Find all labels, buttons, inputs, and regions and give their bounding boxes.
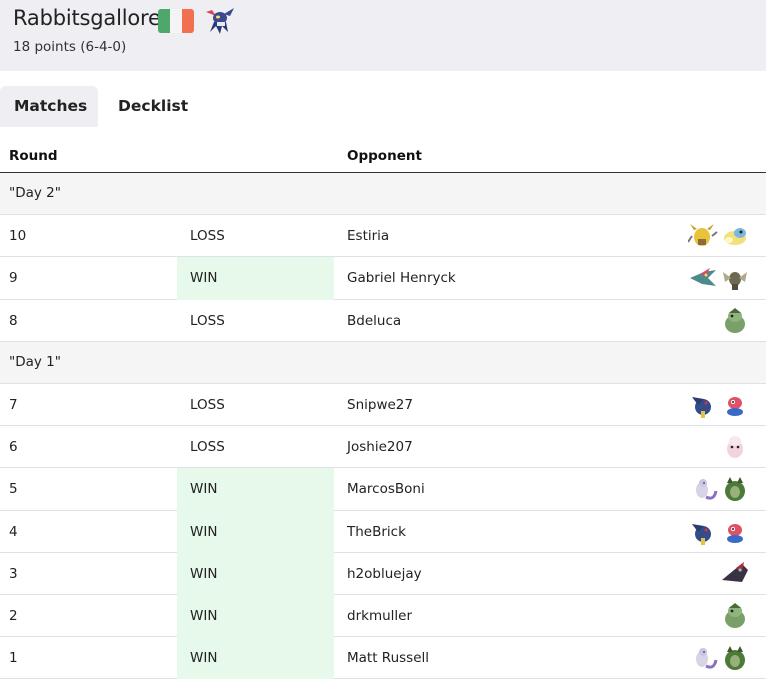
tyranitar-sprite-icon (720, 644, 750, 672)
match-row: 4 WIN TheBrick (0, 510, 766, 553)
round-number: 2 (9, 608, 18, 624)
match-result: WIN (177, 595, 334, 638)
opponent-name[interactable]: Bdeluca (347, 300, 401, 342)
player-points: 18 points (6-4-0) (13, 39, 127, 55)
match-row: 7 LOSS Snipwe27 (0, 384, 766, 427)
match-row: 8 LOSS Bdeluca (0, 300, 766, 342)
match-row: 10 LOSS Estiria (0, 215, 766, 258)
match-result: WIN (177, 510, 334, 553)
honchkrow-sprite-icon (688, 391, 718, 419)
match-result: WIN (177, 257, 334, 300)
match-result: WIN (177, 468, 334, 511)
opponent-name[interactable]: TheBrick (347, 511, 406, 553)
slurpuff-sprite-icon (720, 433, 750, 461)
porygon-z-sprite-icon (720, 391, 750, 419)
match-result: LOSS (190, 228, 225, 245)
round-number: 1 (9, 650, 18, 667)
day-label: "Day 2" (9, 185, 61, 201)
column-header-round: Round (9, 148, 58, 164)
porygon-z-sprite-icon (720, 518, 750, 546)
opponent-deck-sprites (688, 384, 750, 426)
opponent-name[interactable]: Matt Russell (347, 637, 429, 679)
round-number: 8 (9, 312, 18, 329)
column-header-opponent: Opponent (347, 148, 422, 164)
mewtwo-sprite-icon (688, 644, 718, 672)
opponent-deck-sprites (720, 553, 750, 595)
round-number: 5 (9, 481, 18, 498)
match-row: 5 WIN MarcosBoni (0, 468, 766, 511)
alakazam-sprite-icon (688, 222, 718, 250)
round-number: 10 (9, 228, 27, 245)
mewtwo-sprite-icon (688, 475, 718, 503)
match-result: WIN (177, 637, 334, 679)
slowking-sprite-icon (720, 307, 750, 335)
day-group-row: "Day 1" (0, 341, 766, 384)
match-result: LOSS (190, 439, 225, 456)
opponent-name[interactable]: drkmuller (347, 595, 412, 637)
opponent-name[interactable]: h2obluejay (347, 553, 422, 595)
opponent-deck-sprites (688, 511, 750, 553)
match-result: LOSS (190, 312, 225, 329)
tab-decklist[interactable]: Decklist (118, 86, 188, 127)
dudunsparce-sprite-icon (720, 222, 750, 250)
opponent-deck-sprites (720, 300, 750, 342)
opponent-name[interactable]: Estiria (347, 215, 389, 257)
round-number: 9 (9, 270, 18, 287)
honchkrow-sprite-icon (688, 518, 718, 546)
opponent-name[interactable]: MarcosBoni (347, 468, 425, 510)
opponent-deck-sprites (688, 468, 750, 510)
match-row: 6 LOSS Joshie207 (0, 426, 766, 469)
opponent-deck-sprites (720, 426, 750, 468)
match-row: 9 WIN Gabriel Henryck (0, 257, 766, 300)
match-result: WIN (177, 552, 334, 595)
round-number: 7 (9, 397, 18, 413)
italy-flag-icon (158, 9, 194, 33)
player-name: Rabbitsgallore (13, 6, 161, 30)
greninja-sprite-icon (202, 4, 238, 40)
match-result: LOSS (190, 397, 225, 413)
player-header: Rabbitsgallore 18 points (6-4-0) (0, 0, 766, 71)
opponent-deck-sprites (688, 257, 750, 299)
round-number: 6 (9, 439, 18, 456)
round-number: 3 (9, 565, 18, 582)
day-group-row: "Day 2" (0, 173, 766, 216)
zoroark-sprite-icon (720, 560, 750, 588)
opponent-name[interactable]: Joshie207 (347, 426, 413, 468)
opponent-deck-sprites (720, 595, 750, 637)
opponent-deck-sprites (688, 215, 750, 257)
opponent-name[interactable]: Snipwe27 (347, 384, 413, 426)
round-number: 4 (9, 523, 18, 540)
opponent-name[interactable]: Gabriel Henryck (347, 257, 456, 299)
kleavor-sprite-icon (720, 264, 750, 292)
opponent-deck-sprites (688, 637, 750, 679)
match-row: 1 WIN Matt Russell (0, 637, 766, 679)
day-label: "Day 1" (9, 353, 61, 370)
tyranitar-sprite-icon (720, 475, 750, 503)
match-row: 2 WIN drkmuller (0, 595, 766, 638)
dragapult-sprite-icon (688, 264, 718, 292)
slowking-sprite-icon (720, 602, 750, 630)
match-row: 3 WIN h2obluejay (0, 552, 766, 595)
tab-matches[interactable]: Matches (0, 86, 98, 127)
